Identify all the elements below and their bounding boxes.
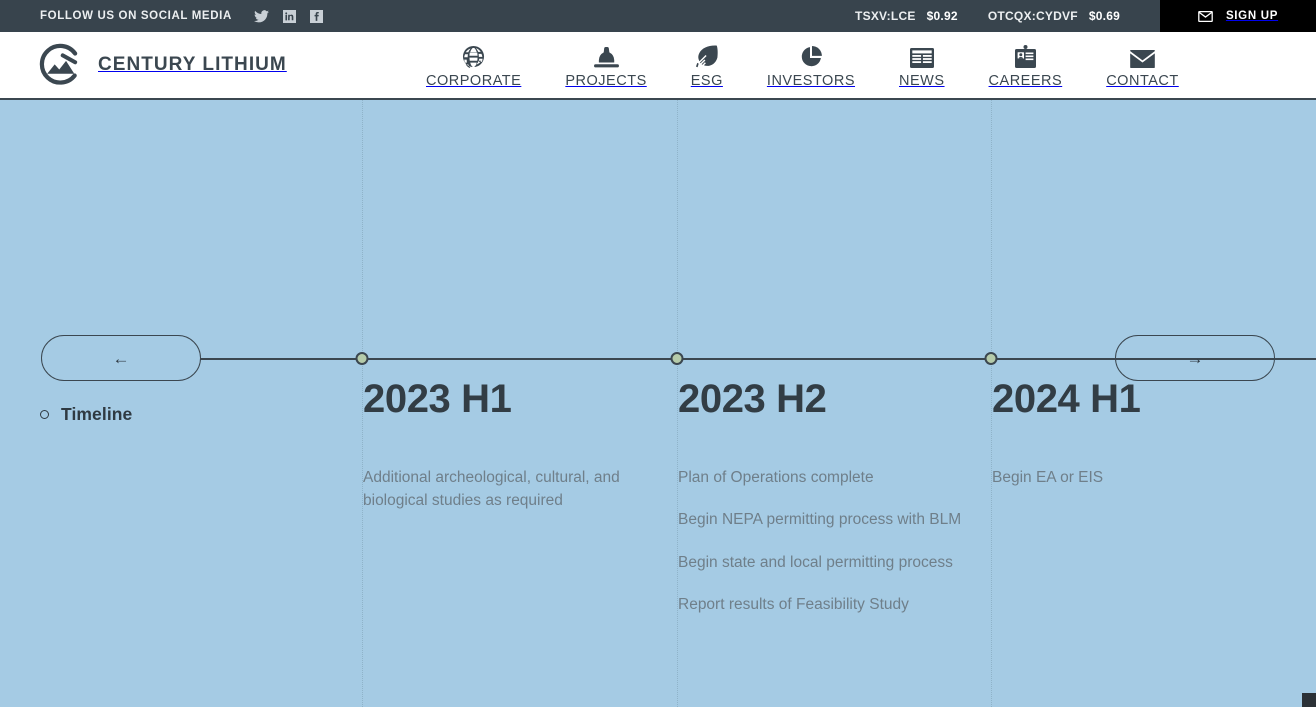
circle-marker-icon (40, 410, 49, 419)
ticker-item: TSXV:LCE $0.92 (855, 9, 958, 23)
column-title: 2023 H1 (363, 377, 512, 421)
nav-label: PROJECTS (565, 72, 647, 89)
timeline-prev-button[interactable]: ← (41, 335, 201, 381)
nav-item-investors[interactable]: INVESTORS (745, 32, 877, 100)
column-item-list: Additional archeological, cultural, and … (363, 466, 658, 513)
ticker-item: OTCQX:CYDVF $0.69 (988, 9, 1120, 23)
envelope-icon (1130, 44, 1155, 68)
timeline-section-tag: Timeline (40, 404, 132, 425)
social-media-label: FOLLOW US ON SOCIAL MEDIA (40, 10, 232, 22)
nav-item-corporate[interactable]: CORPORATE (404, 32, 543, 100)
nav-label: INVESTORS (766, 72, 856, 89)
envelope-icon (1198, 10, 1213, 22)
hard-hat-icon (593, 44, 619, 68)
century-lithium-mountain-logo (38, 43, 82, 87)
page-corner-marker (1302, 693, 1316, 707)
timeline-section: ← → Timeline 2023 H1 Additional archeolo… (0, 100, 1316, 707)
sign-up-label: SIGN UP (1225, 10, 1279, 22)
timeline-column-2023-h2: 2023 H2 Plan of Operations complete Begi… (678, 377, 973, 616)
timeline-node[interactable] (670, 352, 684, 365)
column-item: Begin EA or EIS (992, 469, 1104, 487)
ticker-price: $0.69 (1088, 9, 1121, 23)
brand-name: CENTURY LITHIUM (98, 54, 287, 75)
nav-item-esg[interactable]: ESG (669, 32, 745, 100)
nav-label: CORPORATE (426, 72, 522, 89)
leaf-icon (695, 44, 718, 68)
timeline-column-2023-h1: 2023 H1 Additional archeological, cultur… (363, 377, 658, 513)
column-title: 2023 H2 (678, 377, 827, 421)
timeline-node[interactable] (355, 352, 369, 365)
ticker-symbol: TSXV:LCE (855, 9, 916, 23)
column-item: Begin NEPA permitting process with BLM (678, 511, 962, 529)
ticker-price: $0.92 (926, 9, 958, 23)
pie-chart-icon (800, 44, 822, 68)
nav-label: CONTACT (1106, 72, 1179, 89)
nav-item-careers[interactable]: CAREERS (967, 32, 1085, 100)
brand-logo-link[interactable]: CENTURY LITHIUM (38, 43, 287, 87)
twitter-icon[interactable] (253, 9, 269, 23)
linkedin-icon[interactable] (282, 9, 296, 23)
facebook-icon[interactable] (309, 9, 323, 23)
timeline-column-2024-h1: 2024 H1 Begin EA or EIS (992, 377, 1287, 489)
main-navigation: CORPORATE PROJECTS ESG INVESTORS NEWS CA… (404, 32, 1201, 100)
globe-icon (462, 44, 485, 68)
timeline-section-label: Timeline (61, 404, 133, 424)
sign-up-button[interactable]: SIGN UP (1160, 0, 1316, 32)
column-item: Plan of Operations complete (678, 469, 874, 487)
column-item-list: Plan of Operations complete Begin NEPA p… (678, 466, 973, 616)
nav-label: CAREERS (988, 72, 1063, 89)
ticker-symbol: OTCQX:CYDVF (987, 9, 1078, 23)
nav-item-contact[interactable]: CONTACT (1084, 32, 1201, 100)
nav-label: ESG (690, 72, 723, 89)
social-media-group: FOLLOW US ON SOCIAL MEDIA (40, 9, 323, 23)
column-item: Begin state and local permitting process (678, 553, 953, 571)
timeline-node[interactable] (984, 352, 998, 365)
newspaper-icon (909, 44, 934, 68)
column-item-list: Begin EA or EIS (992, 466, 1287, 489)
social-icon-list (253, 9, 323, 23)
nav-item-projects[interactable]: PROJECTS (543, 32, 668, 100)
utility-bar: FOLLOW US ON SOCIAL MEDIA TSXV:LCE $0.92… (0, 0, 1316, 32)
id-badge-icon (1014, 44, 1036, 68)
stock-ticker-group: TSXV:LCE $0.92 OTCQX:CYDVF $0.69 (855, 0, 1120, 32)
column-item: Report results of Feasibility Study (678, 595, 909, 613)
nav-label: NEWS (899, 72, 945, 89)
site-header: CENTURY LITHIUM CORPORATE PROJECTS ESG I… (0, 32, 1316, 100)
column-item: Additional archeological, cultural, and … (363, 469, 620, 510)
column-title: 2024 H1 (992, 377, 1141, 421)
timeline-next-button[interactable]: → (1115, 335, 1275, 381)
nav-item-news[interactable]: NEWS (877, 32, 967, 100)
